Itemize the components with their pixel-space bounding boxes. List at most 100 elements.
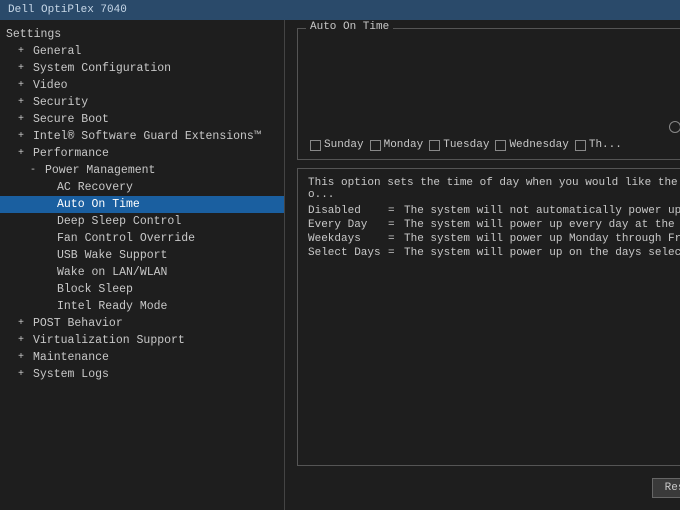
tree-label-video: Video [33, 79, 68, 92]
tree-item-fan-control[interactable]: Fan Control Override [0, 230, 284, 247]
desc-row-selectdays: Select Days = The system will power up o… [308, 247, 680, 259]
expander-secure-boot: + [18, 114, 30, 125]
tree-label-intel-sgx: Intel® Software Guard Extensions™ [33, 130, 261, 143]
desc-key-disabled: Disabled [308, 205, 388, 217]
group-title: Auto On Time [306, 21, 393, 33]
tree-item-auto-on-time[interactable]: Auto On Time [0, 196, 284, 213]
expander-system-config: + [18, 63, 30, 74]
tuesday-label: Tuesday [443, 139, 489, 151]
tree-item-intel-ready[interactable]: Intel Ready Mode [0, 298, 284, 315]
days-row: Sunday Monday Tuesday Wednesday Th... [310, 139, 680, 151]
day-thursday[interactable]: Th... [575, 139, 622, 151]
time-row: 08 : 25 AM [310, 41, 680, 55]
tree-label-fan-control: Fan Control Override [57, 232, 195, 245]
title-bar: Dell OptiPlex 7040 [0, 0, 680, 20]
description-box: This option sets the time of day when yo… [297, 168, 680, 466]
sunday-label: Sunday [324, 139, 364, 151]
radio-options: Disabled Every Day Weekdays Select Days [310, 76, 680, 133]
tree-label-block-sleep: Block Sleep [57, 283, 133, 296]
desc-val-weekdays: The system will power up Monday through … [404, 233, 680, 245]
tree-item-security[interactable]: +Security [0, 94, 284, 111]
expander-security: + [18, 97, 30, 108]
tuesday-checkbox [429, 140, 440, 151]
tree-item-ac-recovery[interactable]: AC Recovery [0, 179, 284, 196]
restore-settings-button[interactable]: Restore Settings [652, 478, 680, 498]
day-tuesday[interactable]: Tuesday [429, 139, 489, 151]
tree-item-usb-wake[interactable]: USB Wake Support [0, 247, 284, 264]
desc-key-everyday: Every Day [308, 219, 388, 231]
main-container: Settings +General+System Configuration+V… [0, 20, 680, 510]
day-monday[interactable]: Monday [370, 139, 424, 151]
day-sunday[interactable]: Sunday [310, 139, 364, 151]
monday-label: Monday [384, 139, 424, 151]
desc-row-disabled: Disabled = The system will not automatic… [308, 205, 680, 217]
tree-item-deep-sleep[interactable]: Deep Sleep Control [0, 213, 284, 230]
desc-intro: This option sets the time of day when yo… [308, 177, 680, 201]
desc-table: Disabled = The system will not automatic… [308, 205, 680, 259]
tree-item-general[interactable]: +General [0, 43, 284, 60]
expander-intel-sgx: + [18, 131, 30, 142]
tree-label-intel-ready: Intel Ready Mode [57, 300, 167, 313]
tree-label-security: Security [33, 96, 88, 109]
expander-power-mgmt: - [30, 165, 42, 176]
tree-label-power-mgmt: Power Management [45, 164, 155, 177]
desc-val-disabled: The system will not automatically power … [404, 205, 680, 217]
desc-row-weekdays: Weekdays = The system will power up Mond… [308, 233, 680, 245]
tree-label-system-config: System Configuration [33, 62, 171, 75]
thursday-label: Th... [589, 139, 622, 151]
expander-video: + [18, 80, 30, 91]
wednesday-checkbox [495, 140, 506, 151]
desc-val-selectdays: The system will power up on the days sel… [404, 247, 680, 259]
settings-root-label: Settings [0, 26, 284, 43]
tree-label-performance: Performance [33, 147, 109, 160]
right-panel: Auto On Time 08 : 25 AM HH MM A/P Disabl… [285, 20, 680, 510]
tree-label-secure-boot: Secure Boot [33, 113, 109, 126]
desc-sep-0: = [388, 205, 404, 217]
sunday-checkbox [310, 140, 321, 151]
tree-item-post-behavior[interactable]: +POST Behavior [0, 315, 284, 332]
wednesday-label: Wednesday [509, 139, 568, 151]
monday-checkbox [370, 140, 381, 151]
desc-val-everyday: The system will power up every day at th… [404, 219, 680, 231]
day-wednesday[interactable]: Wednesday [495, 139, 568, 151]
expander-system-logs: + [18, 369, 30, 380]
bottom-bar: Restore Settings [297, 474, 680, 502]
auto-on-time-group: Auto On Time 08 : 25 AM HH MM A/P Disabl… [297, 28, 680, 160]
expander-post-behavior: + [18, 318, 30, 329]
desc-sep-1: = [388, 219, 404, 231]
tree-item-wake-lan[interactable]: Wake on LAN/WLAN [0, 264, 284, 281]
expander-maintenance: + [18, 352, 30, 363]
tree-item-block-sleep[interactable]: Block Sleep [0, 281, 284, 298]
tree-label-usb-wake: USB Wake Support [57, 249, 167, 262]
desc-key-selectdays: Select Days [308, 247, 388, 259]
tree-label-ac-recovery: AC Recovery [57, 181, 133, 194]
radio-selectdays-circle [669, 121, 680, 133]
tree-label-general: General [33, 45, 81, 58]
time-label-row: HH MM A/P [310, 57, 680, 68]
thursday-checkbox [575, 140, 586, 151]
tree-item-system-logs[interactable]: +System Logs [0, 366, 284, 383]
desc-sep-3: = [388, 247, 404, 259]
tree-label-virtualization: Virtualization Support [33, 334, 185, 347]
tree-item-system-config[interactable]: +System Configuration [0, 60, 284, 77]
expander-performance: + [18, 148, 30, 159]
radio-select-days[interactable]: Select Days [669, 121, 680, 133]
tree-item-maintenance[interactable]: +Maintenance [0, 349, 284, 366]
tree-item-intel-sgx[interactable]: +Intel® Software Guard Extensions™ [0, 128, 284, 145]
expander-general: + [18, 46, 30, 57]
title-text: Dell OptiPlex 7040 [8, 4, 127, 16]
tree-item-performance[interactable]: +Performance [0, 145, 284, 162]
tree-item-power-mgmt[interactable]: -Power Management [0, 162, 284, 179]
tree-item-secure-boot[interactable]: +Secure Boot [0, 111, 284, 128]
tree-label-wake-lan: Wake on LAN/WLAN [57, 266, 167, 279]
desc-sep-2: = [388, 233, 404, 245]
tree-container: +General+System Configuration+Video+Secu… [0, 43, 284, 383]
desc-key-weekdays: Weekdays [308, 233, 388, 245]
left-panel: Settings +General+System Configuration+V… [0, 20, 285, 510]
tree-label-post-behavior: POST Behavior [33, 317, 123, 330]
tree-label-system-logs: System Logs [33, 368, 109, 381]
tree-item-virtualization[interactable]: +Virtualization Support [0, 332, 284, 349]
tree-item-video[interactable]: +Video [0, 77, 284, 94]
desc-row-everyday: Every Day = The system will power up eve… [308, 219, 680, 231]
tree-label-deep-sleep: Deep Sleep Control [57, 215, 181, 228]
